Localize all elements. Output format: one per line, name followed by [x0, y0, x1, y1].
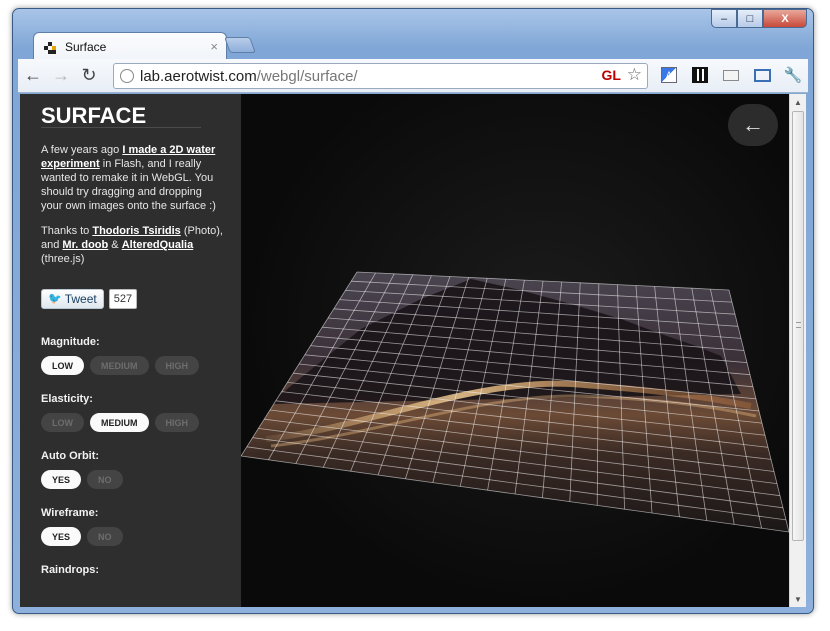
reload-icon[interactable]: ↻ — [76, 63, 102, 89]
page-title: SURFACE — [41, 105, 201, 128]
alteredqualia-link[interactable]: AlteredQualia — [122, 239, 194, 251]
translate-icon[interactable]: A — [658, 64, 680, 86]
page-info-icon[interactable] — [120, 69, 134, 83]
wrench-icon[interactable]: 🔧 — [782, 64, 804, 86]
tweet-row: 🐦 Tweet 527 — [41, 289, 227, 309]
back-arrow-button[interactable]: ← — [728, 104, 778, 146]
webgl-badge-icon[interactable]: GL — [602, 67, 621, 83]
option-button-high[interactable]: HIGH — [154, 356, 199, 375]
mail-icon[interactable] — [720, 64, 742, 86]
control-label: Magnitude: — [41, 336, 100, 348]
thanks-text-4: (three.js) — [41, 253, 85, 265]
controls-panel: Magnitude: LOW MEDIUM HIGH Elasticity: LOW MED… — [41, 335, 227, 577]
scroll-up-arrow-icon[interactable]: ▲ — [790, 94, 806, 110]
tweet-count: 527 — [108, 289, 138, 309]
close-window-button[interactable]: X — [763, 9, 807, 28]
intro-paragraph: A few years ago I made a 2D water experi… — [41, 143, 226, 213]
control-label: Elasticity: — [41, 393, 93, 405]
tab-surface[interactable]: Surface × — [33, 32, 227, 60]
browser-window: Surface × – □ X ← → ↻ lab.aerotwist.com /… — [12, 8, 814, 614]
option-group: YES NO — [41, 470, 227, 489]
scroll-grip-icon — [796, 322, 801, 328]
window-controls: – □ X — [711, 9, 807, 28]
page-viewport: SURFACE A few years ago I made a 2D wate… — [20, 94, 806, 607]
aerotwist-favicon-icon — [44, 40, 58, 54]
option-group: YES NO — [41, 527, 227, 546]
option-button-high[interactable]: HIGH — [154, 413, 199, 432]
fullscreen-icon[interactable] — [751, 64, 773, 86]
scroll-down-arrow-icon[interactable]: ▼ — [790, 591, 806, 607]
option-button-no[interactable]: NO — [87, 527, 123, 546]
option-group: LOW MEDIUM HIGH — [41, 413, 227, 432]
qr-code-icon[interactable] — [689, 64, 711, 86]
back-icon[interactable]: ← — [20, 63, 46, 89]
tab-title: Surface — [65, 39, 107, 54]
bookmark-star-icon[interactable]: ☆ — [627, 65, 642, 85]
webgl-stage[interactable]: ← — [241, 94, 789, 607]
control-label: Auto Orbit: — [41, 450, 100, 462]
url-path: /webgl/surface/ — [256, 67, 358, 85]
url-host: lab.aerotwist.com — [140, 67, 257, 85]
maximize-button[interactable]: □ — [737, 9, 763, 28]
extension-icons: A 🔧 — [658, 64, 804, 86]
thanks-paragraph: Thanks to Thodoris Tsiridis (Photo), and… — [41, 224, 226, 266]
control-label: Wireframe: — [41, 507, 99, 519]
option-button-low[interactable]: LOW — [41, 413, 84, 432]
new-tab-button[interactable] — [224, 37, 256, 53]
thanks-text: Thanks to — [41, 225, 93, 237]
tab-close-icon[interactable]: × — [210, 39, 218, 54]
address-bar[interactable]: lab.aerotwist.com/webgl/surface/ GL ☆ — [113, 63, 648, 89]
thanks-text-3: & — [108, 239, 122, 251]
mrdoob-link[interactable]: Mr. doob — [62, 239, 108, 251]
control-label: Raindrops: — [41, 564, 100, 576]
scroll-thumb[interactable] — [792, 111, 804, 541]
option-button-medium[interactable]: MEDIUM — [90, 413, 149, 432]
intro-text: A few years ago — [41, 144, 123, 156]
option-group: LOW MEDIUM HIGH — [41, 356, 227, 375]
option-button-low[interactable]: LOW — [41, 356, 84, 375]
option-button-medium[interactable]: MEDIUM — [90, 356, 149, 375]
thodoris-link[interactable]: Thodoris Tsiridis — [92, 225, 180, 237]
minimize-button[interactable]: – — [711, 9, 737, 28]
option-button-no[interactable]: NO — [87, 470, 123, 489]
tab-strip: Surface × – □ X — [13, 9, 813, 60]
forward-icon[interactable]: → — [48, 63, 74, 89]
surface-mesh[interactable] — [241, 94, 789, 607]
option-button-yes[interactable]: YES — [41, 470, 82, 489]
browser-toolbar: ← → ↻ lab.aerotwist.com/webgl/surface/ G… — [18, 59, 808, 93]
tweet-button[interactable]: 🐦 Tweet — [41, 289, 104, 309]
option-button-yes[interactable]: YES — [41, 527, 82, 546]
vertical-scrollbar[interactable]: ▲ ▼ — [789, 94, 806, 607]
tweet-label: Tweet — [64, 292, 97, 306]
sidebar: SURFACE A few years ago I made a 2D wate… — [20, 94, 241, 607]
twitter-bird-icon: 🐦 — [48, 293, 62, 305]
